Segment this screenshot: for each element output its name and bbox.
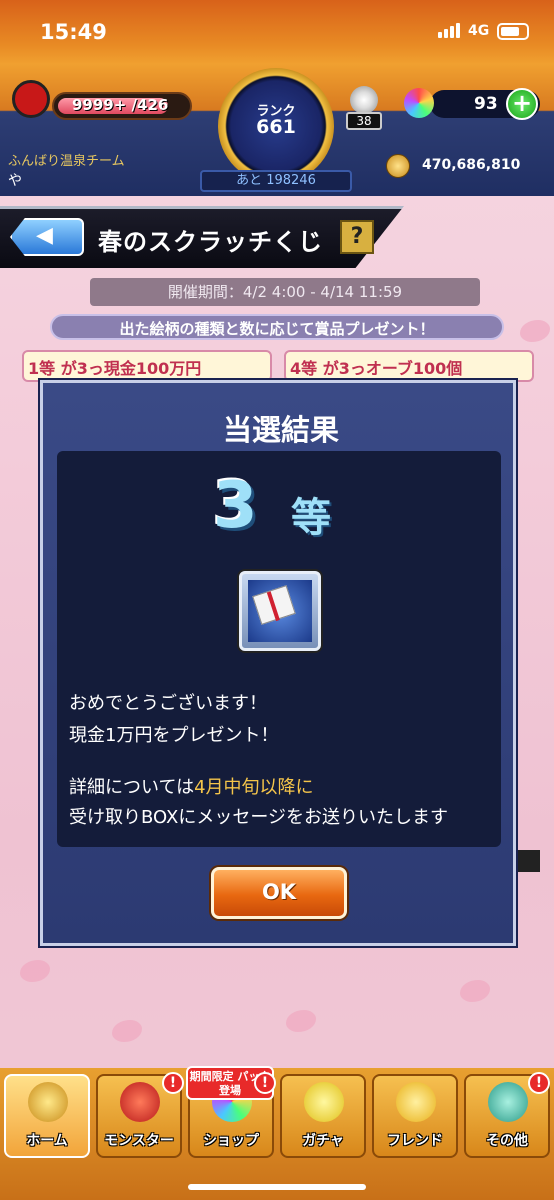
nav-label: ショップ: [203, 1133, 259, 1149]
gacha-icon: [304, 1082, 344, 1122]
app-screen: 15:49 4G 9999+ /426 ランク 661 あと 198246 38…: [0, 0, 554, 1200]
message-line: 受け取りBOXにメッセージをお送りいたします: [69, 807, 449, 828]
page-title: 春のスクラッチくじ: [98, 228, 323, 256]
ok-button[interactable]: OK: [211, 867, 347, 919]
rank-value: 661: [256, 116, 296, 138]
stamina-value: 38: [346, 112, 382, 130]
orb-count: 93: [474, 94, 498, 114]
message-line: 詳細については4月中旬以降に: [69, 773, 314, 799]
prize-row: 1等 が3っ現金100万円: [22, 350, 272, 382]
dialog-title: 当選結果: [222, 413, 339, 447]
nav-label: モンスター: [104, 1133, 174, 1149]
prize-row-text: 4等 が3っオーブ100個: [290, 359, 463, 378]
alert-badge: !: [162, 1072, 184, 1094]
nav-friend[interactable]: フレンド: [372, 1074, 458, 1158]
nav-home[interactable]: ホーム: [4, 1074, 90, 1158]
nav-label: ホーム: [26, 1133, 68, 1149]
monster-icon: [120, 1082, 160, 1122]
home-indicator[interactable]: [188, 1184, 366, 1190]
add-orb-button[interactable]: +: [506, 88, 538, 120]
signal-icon: [450, 26, 454, 38]
signal-icon: [456, 23, 460, 38]
petal-decoration: [286, 1010, 316, 1032]
petal-decoration: [20, 960, 50, 982]
back-arrow-icon: ◀: [36, 223, 53, 248]
prize-row: 4等 が3っオーブ100個: [284, 350, 534, 382]
event-period: 開催期間：4/2 4:00 - 4/14 11:59: [90, 278, 480, 306]
hp-bar: 9999+ /426: [52, 92, 192, 120]
battery-icon: [497, 23, 529, 40]
prize-rank-number: 3: [213, 469, 258, 543]
message-line: おめでとうございます！: [69, 693, 267, 714]
hp-text: 9999+ /426: [72, 96, 169, 114]
message-text: 詳細については: [69, 777, 195, 798]
nav-label: その他: [486, 1133, 528, 1149]
prize-item-icon: [239, 571, 321, 651]
nav-label: フレンド: [387, 1133, 443, 1149]
player-name: や: [8, 173, 22, 189]
signal-icon: [438, 32, 442, 38]
signal-icon: [444, 29, 448, 38]
petal-decoration: [112, 1020, 142, 1042]
message-line: 現金1万円をプレゼント！: [69, 725, 279, 746]
other-icon: [488, 1082, 528, 1122]
nav-gacha[interactable]: ガチャ: [280, 1074, 366, 1158]
side-button: [514, 850, 540, 872]
orb-icon: [404, 88, 434, 118]
prize-rank: 3 等: [213, 469, 353, 543]
result-dialog: 当選結果 3 等 おめでとうございます！ 現金1万円をプレゼント！ 詳細について…: [40, 380, 516, 946]
prize-rank-suffix: 等: [291, 495, 331, 541]
prize-info: 出た絵柄の種類と数に応じて賞品プレゼント！: [50, 314, 504, 340]
clock: 15:49: [40, 20, 107, 44]
alert-badge: !: [528, 1072, 550, 1094]
gold-coin-icon: [386, 154, 410, 178]
friend-icon: [396, 1082, 436, 1122]
hp-icon: [12, 80, 50, 118]
prize-row-text: 1等 が3っ現金100万円: [28, 359, 202, 378]
message-highlight: 4月中旬以降に: [194, 777, 314, 798]
help-button[interactable]: ?: [340, 220, 374, 254]
status-bar: 15:49 4G: [0, 0, 554, 64]
next-rank-exp: あと 198246: [200, 170, 352, 192]
gold-value: 470,686,810: [422, 157, 521, 173]
alert-badge: !: [254, 1072, 276, 1094]
network-type: 4G: [468, 23, 490, 39]
stamina-icon: [350, 86, 378, 114]
nav-label: ガチャ: [302, 1133, 344, 1149]
petal-decoration: [460, 980, 490, 1002]
rank-badge[interactable]: ランク 661: [218, 68, 334, 184]
stamina-counter[interactable]: 38: [346, 86, 382, 130]
petal-decoration: [520, 320, 550, 342]
team-name: ふんばり温泉チーム: [8, 154, 125, 169]
back-button[interactable]: ◀: [10, 218, 84, 256]
home-icon: [28, 1082, 68, 1122]
